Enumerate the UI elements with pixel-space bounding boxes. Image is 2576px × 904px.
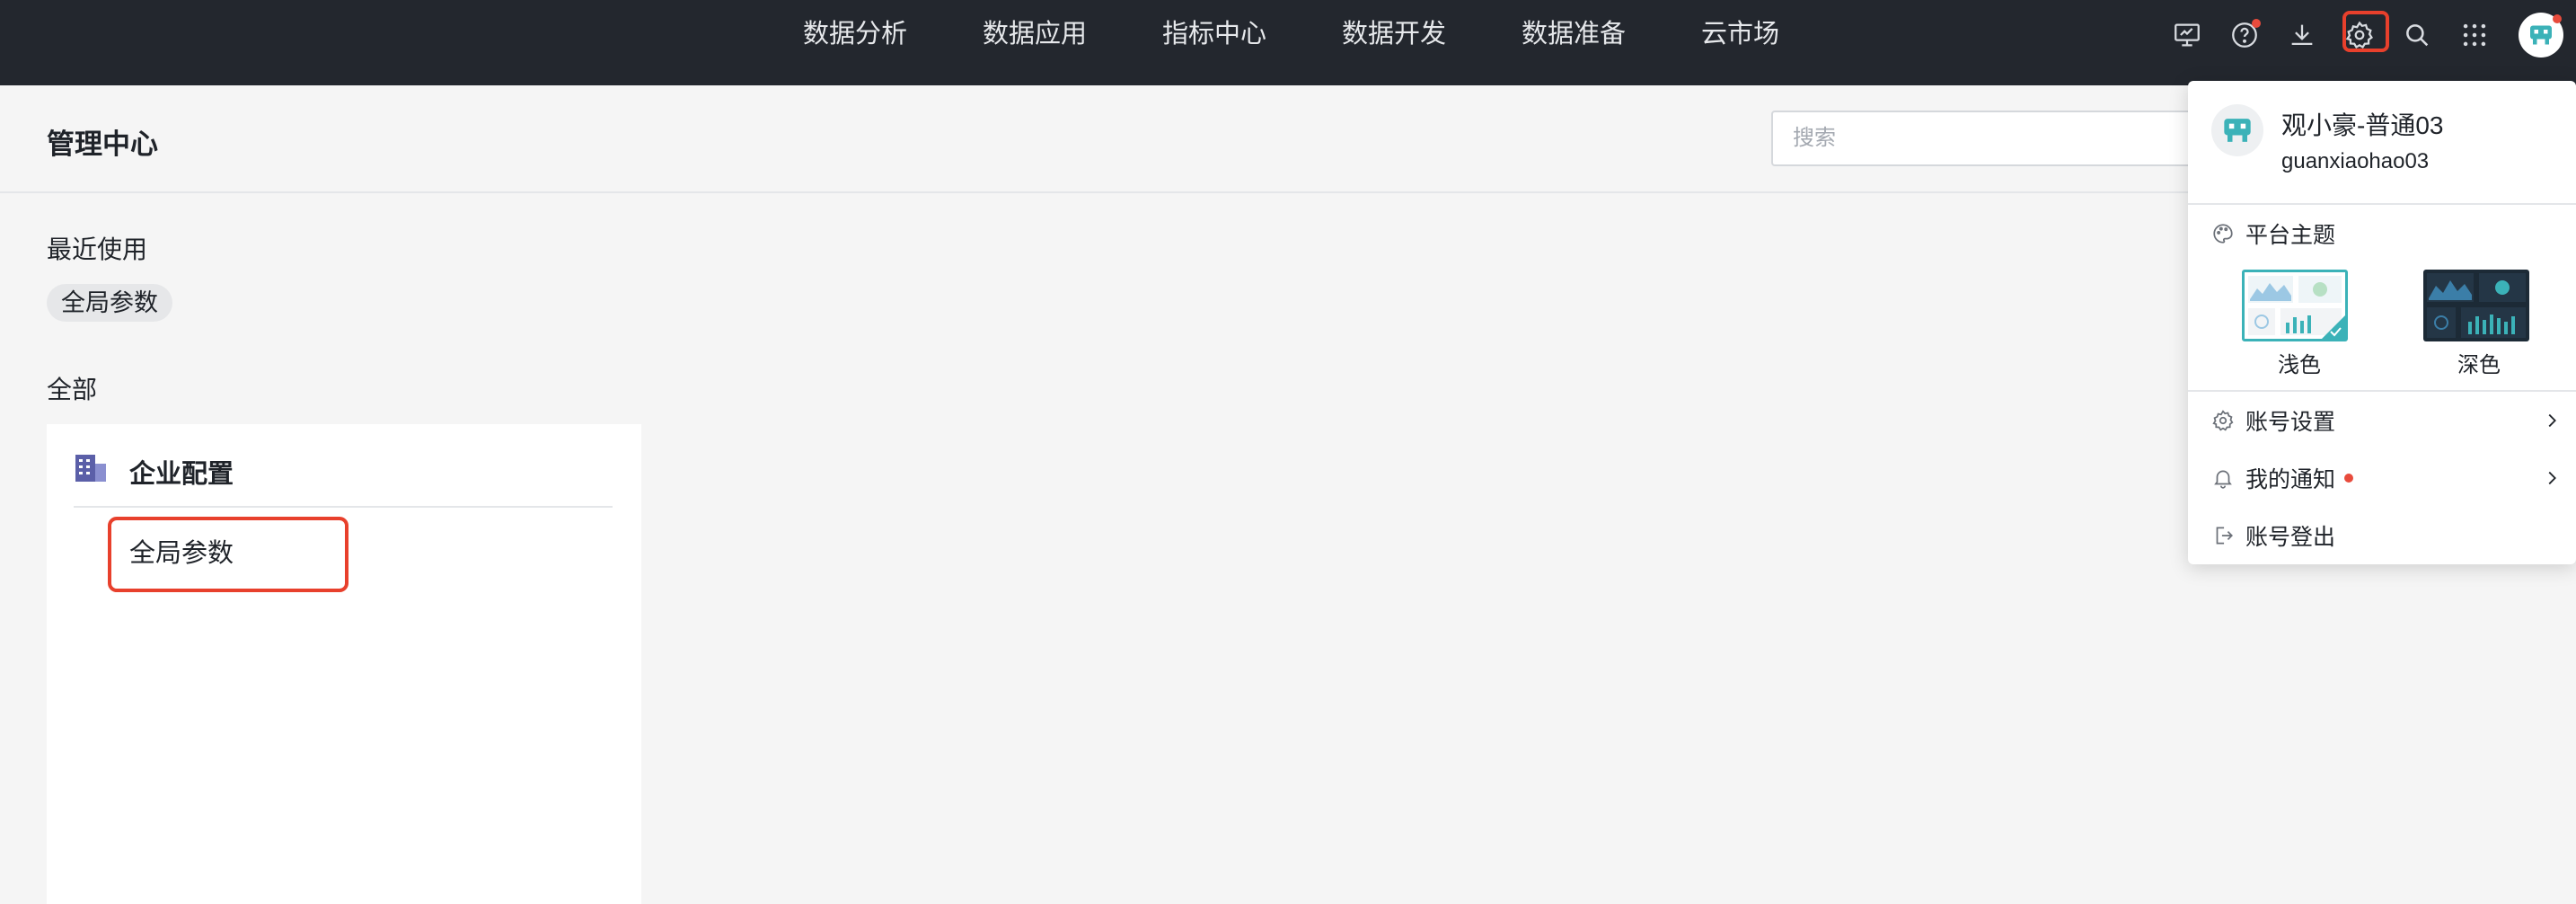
all-section-label: 全部 <box>47 376 98 403</box>
search-input[interactable] <box>1773 112 2201 164</box>
theme-dark-option[interactable] <box>2423 270 2529 341</box>
user-dropdown-panel: 观小豪-普通03 guanxiaohao03 平台主题 浅色 深色 账号设置 我… <box>2188 81 2576 564</box>
logout-label: 账号登出 <box>2245 525 2336 550</box>
help-icon[interactable] <box>2227 17 2263 53</box>
notification-dot <box>2344 474 2354 483</box>
notifications-label: 我的通知 <box>2245 467 2336 492</box>
page-title: 管理中心 <box>47 129 158 160</box>
recent-section-label: 最近使用 <box>47 235 148 263</box>
download-icon[interactable] <box>2284 17 2320 53</box>
global-params-link[interactable]: 全局参数 <box>129 532 234 570</box>
theme-label-row: 平台主题 <box>2211 217 2335 250</box>
card-title: 企业配置 <box>129 460 234 489</box>
theme-label: 平台主题 <box>2245 223 2336 248</box>
nav-item-data-application[interactable]: 数据应用 <box>983 16 1087 52</box>
chevron-right-icon <box>2548 413 2556 428</box>
apps-grid-icon[interactable] <box>2457 17 2492 53</box>
gear-highlight-box <box>2342 11 2389 52</box>
user-id: guanxiaohao03 <box>2281 149 2430 173</box>
search-icon[interactable] <box>2399 17 2435 53</box>
gear-icon <box>2212 410 2234 431</box>
recent-chip[interactable]: 全局参数 <box>47 284 172 322</box>
building-icon <box>75 455 106 482</box>
user-name: 观小豪-普通03 <box>2281 111 2444 139</box>
search-field[interactable] <box>1771 111 2202 166</box>
nav-item-metric-center[interactable]: 指标中心 <box>1162 16 1266 52</box>
top-navigation-bar: 数据分析 数据应用 指标中心 数据开发 数据准备 云市场 <box>0 0 2576 85</box>
bell-icon <box>2214 470 2232 489</box>
panel-divider <box>2188 390 2576 392</box>
theme-dark-label: 深色 <box>2457 353 2501 377</box>
panel-divider <box>2188 203 2576 205</box>
enterprise-config-card: 企业配置 全局参数 <box>47 424 641 904</box>
nav-item-data-development[interactable]: 数据开发 <box>1342 16 1446 52</box>
card-divider <box>74 506 613 508</box>
help-badge-dot <box>2252 19 2261 28</box>
theme-light-option[interactable] <box>2242 270 2348 341</box>
theme-light-label: 浅色 <box>2278 353 2321 377</box>
light-theme-preview <box>2248 276 2345 339</box>
account-settings-item[interactable]: 账号设置 <box>2211 403 2562 439</box>
nav-item-cloud-market[interactable]: 云市场 <box>1701 16 1779 52</box>
avatar[interactable] <box>2519 13 2563 58</box>
logout-item[interactable]: 账号登出 <box>2211 518 2562 554</box>
chevron-right-icon <box>2548 471 2556 485</box>
nav-item-data-preparation[interactable]: 数据准备 <box>1522 16 1626 52</box>
nav-item-data-analysis[interactable]: 数据分析 <box>803 16 907 52</box>
account-settings-label: 账号设置 <box>2245 410 2336 435</box>
notifications-item[interactable]: 我的通知 <box>2211 460 2562 496</box>
logout-icon <box>2216 527 2233 545</box>
avatar-badge-dot <box>2553 14 2562 23</box>
dark-theme-preview <box>2427 273 2526 338</box>
presentation-icon[interactable] <box>2169 17 2205 53</box>
panel-avatar <box>2211 104 2263 156</box>
palette-icon <box>2213 224 2233 244</box>
